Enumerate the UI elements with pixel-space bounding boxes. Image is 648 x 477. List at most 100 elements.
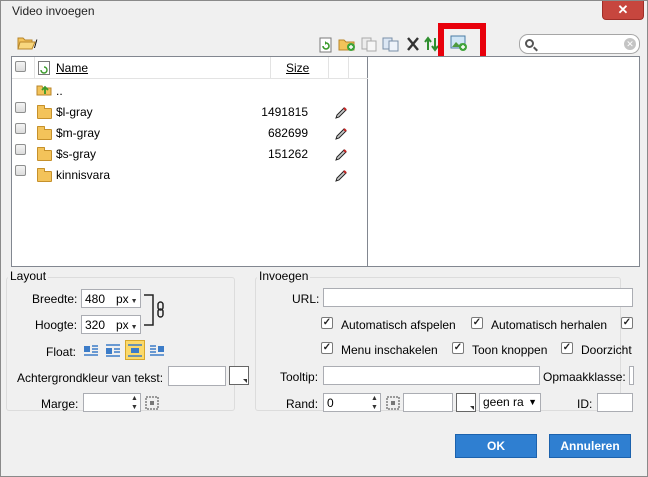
border-color-picker[interactable] bbox=[456, 393, 476, 412]
edit-pencil-icon[interactable] bbox=[334, 106, 348, 120]
url-input[interactable] bbox=[323, 288, 633, 307]
close-icon: ✕ bbox=[617, 2, 629, 17]
file-list-pane: Name Size .. $l-gray 1491815 $m-gray 682… bbox=[12, 57, 368, 266]
folder-icon bbox=[37, 105, 52, 119]
transparent-label: Doorzicht bbox=[581, 343, 632, 357]
extra-checkbox[interactable]: ✓ bbox=[621, 317, 633, 329]
insert-group-title: Invoegen bbox=[257, 269, 311, 283]
file-name: $s-gray bbox=[56, 147, 97, 161]
file-size: 1491815 bbox=[261, 105, 308, 119]
chevron-down-icon: ▼ bbox=[128, 298, 138, 305]
edit-pencil-icon[interactable] bbox=[334, 169, 348, 183]
clear-search-icon[interactable]: ✕ bbox=[624, 38, 636, 50]
new-folder-icon[interactable] bbox=[338, 36, 356, 52]
file-browser: Name Size .. $l-gray 1491815 $m-gray 682… bbox=[11, 56, 640, 267]
border-style-select[interactable]: geen ra ▼ bbox=[479, 393, 541, 412]
row-checkbox[interactable] bbox=[15, 165, 26, 176]
cancel-button[interactable]: Annuleren bbox=[549, 434, 631, 458]
delete-icon[interactable] bbox=[404, 36, 422, 52]
table-row[interactable]: $m-gray 682699 bbox=[12, 123, 368, 143]
lock-ratio-icon[interactable] bbox=[144, 294, 168, 326]
height-unit-select[interactable]: px ▼ bbox=[116, 318, 138, 332]
align-none-icon[interactable] bbox=[82, 341, 100, 359]
folder-up-icon bbox=[36, 85, 52, 96]
width-label: Breedte: bbox=[32, 292, 78, 306]
chevron-down-icon: ▼ bbox=[128, 324, 138, 331]
cut-icon[interactable] bbox=[360, 36, 378, 52]
preview-pane bbox=[369, 57, 639, 266]
search-input[interactable] bbox=[538, 37, 623, 51]
folder-icon bbox=[37, 126, 52, 140]
bgcolor-label: Achtergrondkleur van tekst: bbox=[17, 371, 164, 385]
column-divider bbox=[348, 57, 349, 79]
search-box[interactable]: ✕ bbox=[519, 34, 640, 54]
column-divider bbox=[328, 57, 329, 79]
refresh-icon[interactable] bbox=[317, 37, 335, 53]
column-divider bbox=[34, 57, 35, 79]
float-label: Float: bbox=[46, 345, 77, 359]
buttons-checkbox[interactable]: ✓ bbox=[452, 342, 464, 354]
file-size: 151262 bbox=[267, 147, 308, 161]
parent-folder-label: .. bbox=[56, 84, 63, 98]
file-list-header: Name Size bbox=[12, 57, 368, 79]
select-all-checkbox[interactable] bbox=[15, 61, 26, 72]
autoplay-checkbox[interactable]: ✓ bbox=[321, 317, 333, 329]
height-label: Hoogte: bbox=[35, 318, 78, 332]
bgcolor-picker[interactable] bbox=[229, 366, 249, 385]
bgcolor-input[interactable] bbox=[168, 366, 226, 386]
file-name: $l-gray bbox=[56, 105, 93, 119]
video-insert-dialog: Video invoegen ✕ / ✕ Name Size .. $l-gra… bbox=[0, 0, 648, 477]
loop-label: Automatisch herhalen bbox=[491, 318, 608, 332]
folder-icon bbox=[37, 147, 52, 161]
autoplay-label: Automatisch afspelen bbox=[341, 318, 456, 332]
border-color-input[interactable] bbox=[403, 393, 453, 412]
cssclass-input[interactable] bbox=[629, 366, 634, 385]
border-box-icon[interactable] bbox=[386, 396, 400, 410]
table-row[interactable]: $l-gray 1491815 bbox=[12, 102, 368, 122]
height-unit: px bbox=[116, 318, 129, 332]
border-style-value: geen ra bbox=[483, 395, 524, 409]
tooltip-label: Tooltip: bbox=[280, 370, 319, 384]
folder-icon bbox=[37, 168, 52, 182]
row-checkbox[interactable] bbox=[15, 123, 26, 134]
id-input[interactable] bbox=[597, 393, 633, 412]
chevron-down-icon: ▼ bbox=[528, 397, 537, 407]
loop-checkbox[interactable]: ✓ bbox=[471, 317, 483, 329]
border-spinner[interactable]: ▲ ▼ bbox=[369, 394, 380, 413]
buttons-label: Toon knoppen bbox=[472, 343, 548, 357]
border-label: Rand: bbox=[286, 397, 319, 411]
column-divider bbox=[270, 57, 271, 79]
file-name: $m-gray bbox=[56, 126, 101, 140]
align-center-icon bbox=[128, 344, 142, 357]
align-left-icon[interactable] bbox=[104, 341, 122, 359]
row-checkbox[interactable] bbox=[15, 144, 26, 155]
copy-icon[interactable] bbox=[382, 36, 400, 52]
file-name: kinnisvara bbox=[56, 168, 111, 182]
id-label: ID: bbox=[577, 397, 593, 411]
table-row[interactable]: $s-gray 151262 bbox=[12, 144, 368, 164]
width-unit: px bbox=[116, 292, 129, 306]
margin-label: Marge: bbox=[41, 397, 79, 411]
column-size-header[interactable]: Size bbox=[286, 61, 309, 75]
tooltip-input[interactable] bbox=[323, 366, 540, 385]
column-name-header[interactable]: Name bbox=[56, 61, 88, 75]
margin-spinner[interactable]: ▲ ▼ bbox=[129, 394, 140, 413]
close-button[interactable]: ✕ bbox=[602, 1, 644, 20]
edit-pencil-icon[interactable] bbox=[334, 127, 348, 141]
align-right-icon[interactable] bbox=[148, 341, 166, 359]
current-path: / bbox=[34, 37, 38, 51]
parent-folder-row[interactable]: .. bbox=[12, 80, 368, 100]
dialog-title: Video invoegen bbox=[12, 4, 95, 18]
align-center-button[interactable] bbox=[125, 340, 145, 360]
menu-checkbox[interactable]: ✓ bbox=[321, 342, 333, 354]
menu-label: Menu inschakelen bbox=[341, 343, 438, 357]
edit-pencil-icon[interactable] bbox=[334, 148, 348, 162]
width-unit-select[interactable]: px ▼ bbox=[116, 292, 138, 306]
transparent-checkbox[interactable]: ✓ bbox=[561, 342, 573, 354]
row-checkbox[interactable] bbox=[15, 102, 26, 113]
file-size: 682699 bbox=[267, 126, 308, 140]
table-row[interactable]: kinnisvara bbox=[12, 165, 368, 185]
search-icon bbox=[525, 39, 534, 48]
ok-button[interactable]: OK bbox=[455, 434, 537, 458]
margin-box-icon[interactable] bbox=[145, 396, 159, 410]
